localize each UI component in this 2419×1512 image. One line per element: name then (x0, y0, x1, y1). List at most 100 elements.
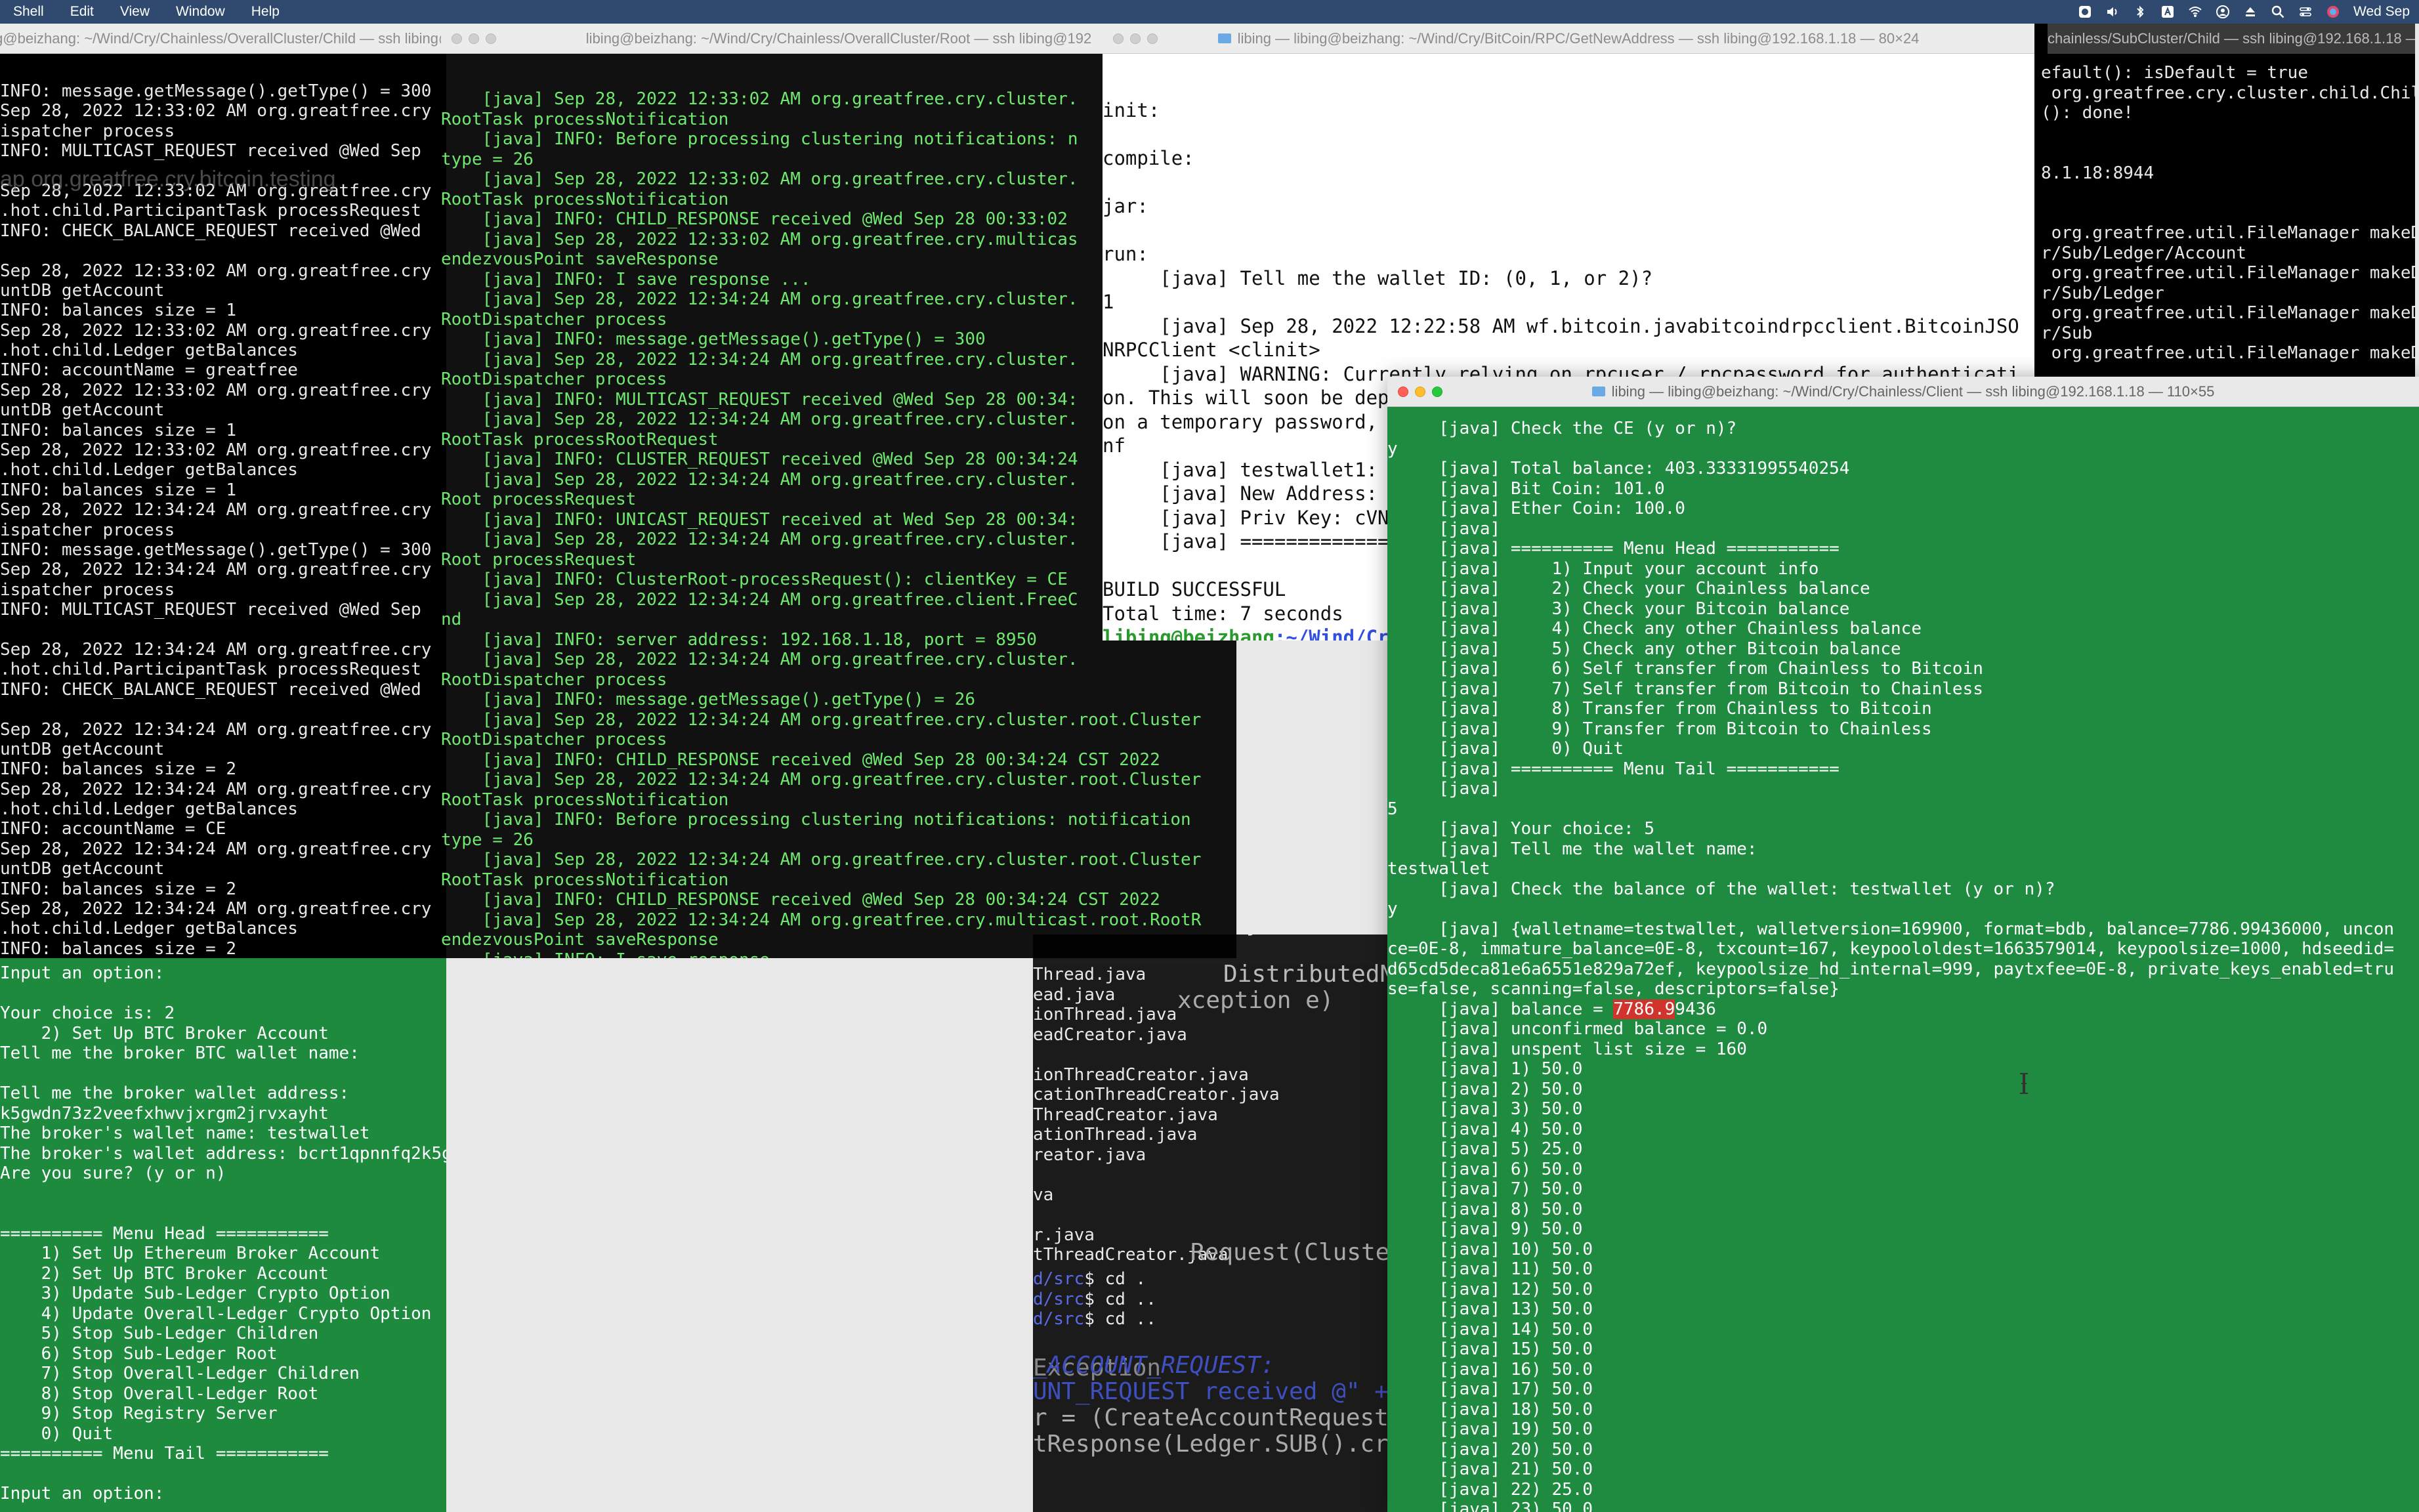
menu-shell[interactable]: Shell (0, 4, 57, 20)
bluetooth-icon[interactable] (2133, 5, 2147, 19)
menu-help[interactable]: Help (238, 4, 293, 20)
ghost-text: DistributedNode (1223, 961, 1387, 988)
terminal-line: .hot.child.Ledger getBalances (0, 460, 298, 480)
terminal-line: .hot.child.ParticipantTask processReques… (0, 660, 421, 680)
minimize-button[interactable] (1415, 387, 1425, 397)
terminal-line: INFO: balances size = 2 (0, 759, 237, 780)
terminal-lines: [java] Check the CE (y or n)? y [java] To… (1387, 419, 2419, 999)
window-titlebar[interactable]: libing — libing@beizhang: ~/Wind/Cry/Cha… (1387, 377, 2419, 407)
terminal-line: Sep 28, 2022 12:34:24 AM org.greatfree.c… (0, 839, 432, 859)
terminal-overall-child[interactable]: libing@beizhang: ~/Wind/Cry/Chainless/Ov… (0, 24, 446, 1512)
terminal-line: INFO: balances size = 2 (0, 938, 237, 958)
control-center-icon[interactable] (2298, 5, 2313, 19)
menu-view[interactable]: View (107, 4, 163, 20)
terminal-output-top[interactable]: INFO: message.getMessage().getType() = 3… (0, 54, 446, 958)
terminal-line: [java] 4) Check any other Chainless bala… (1387, 619, 1922, 639)
terminal-line: [java] 20) 50.0 (1387, 1439, 1593, 1460)
close-button[interactable] (452, 33, 462, 44)
terminal-line: [java] 11) 50.0 (1387, 1259, 1593, 1279)
terminal-line: 6) Stop Sub-Ledger Root (0, 1343, 278, 1364)
terminal-line: [java] 9) 50.0 (1387, 1219, 1583, 1239)
terminal-line: [java] 13) 50.0 (1387, 1299, 1593, 1319)
terminal-line: Sep 28, 2022 12:34:24 AM org.greatfree.c… (0, 500, 432, 520)
terminal-line: d65cd5deca81e6a6551e829a72ef, keypoolsiz… (1387, 959, 2395, 979)
terminal-line: [java] 2) Check your Chainless balance (1387, 579, 1870, 598)
window-titlebar[interactable]: libing — libing@beizhang: ~/Wind/Cry/Bit… (1103, 24, 2034, 54)
terminal-line: r/Sub/Ledger/Account (2041, 243, 2247, 263)
terminal-line: [java] 1) Input your account info (1387, 558, 1819, 579)
minimize-button[interactable] (469, 33, 479, 44)
menubar-clock[interactable]: Wed Sep (2353, 4, 2410, 20)
terminal-line: reator.java (1033, 1144, 1146, 1165)
prompt-path: d/src (1033, 1309, 1085, 1329)
prompt-lines: d/src$ cd . d/src$ cd .. d/src$ cd .. (1033, 1269, 1156, 1330)
menu-window[interactable]: Window (163, 4, 238, 20)
menu-edit[interactable]: Edit (57, 4, 107, 20)
zoom-button[interactable] (1432, 387, 1442, 397)
siri-icon[interactable] (2326, 5, 2340, 19)
search-icon[interactable] (2271, 5, 2285, 19)
terminal-line: [java] Bit Coin: 101.0 (1387, 478, 1665, 499)
terminal-line: RootDispatcher process (441, 730, 667, 749)
window-title: libing — libing@beizhang: ~/Wind/Cry/Cha… (1611, 383, 2215, 400)
terminal-line: cationThreadCreator.java (1033, 1085, 1280, 1104)
close-button[interactable] (1113, 33, 1124, 44)
terminal-line: ationThread.java (1033, 1125, 1198, 1144)
prompt-user: libing@beizhang (1103, 626, 1274, 640)
terminal-line: 2) Set Up BTC Broker Account (0, 1023, 329, 1043)
zoom-button[interactable] (486, 33, 496, 44)
terminal-line: [java] 8) Transfer from Chainless to Bit… (1387, 699, 1932, 719)
terminal-line: ce=0E-8, immature_balance=0E-8, txcount=… (1387, 939, 2395, 959)
input-method-icon[interactable] (2160, 5, 2175, 19)
terminal-line: Sep 28, 2022 12:33:02 AM org.greatfree.c… (0, 180, 432, 201)
terminal-lines: Input an option: Your choice is: 2 2) Set… (0, 963, 446, 1504)
window-titlebar[interactable]: libing@beizhang: ~/Wind/Cry/Chainless/Ov… (0, 24, 446, 54)
terminal-output[interactable]: [java] Check the CE (y or n)? y [java] To… (1387, 407, 2419, 1512)
close-button[interactable] (1398, 387, 1408, 397)
terminal-line: [java] INFO: I save response ... (441, 950, 1236, 959)
user-icon[interactable] (2216, 5, 2230, 19)
record-icon[interactable] (2078, 5, 2092, 19)
terminal-line: INFO: balances size = 1 (0, 420, 237, 440)
terminal-output-bottom[interactable]: Input an option: Your choice is: 2 2) Set… (0, 958, 446, 1512)
terminal-line: [java] INFO: Before processing clusterin… (441, 810, 1191, 830)
terminal-chainless-client[interactable]: libing — libing@beizhang: ~/Wind/Cry/Cha… (1387, 377, 2419, 1512)
wifi-icon[interactable] (2188, 5, 2202, 19)
terminal-line: .hot.child.Ledger getBalances (0, 341, 298, 361)
volume-icon[interactable] (2105, 5, 2120, 19)
terminal-line: [java] 21) 50.0 (1387, 1460, 1593, 1479)
terminal-line: untDB getAccount (0, 280, 165, 301)
terminal-line: [java] 23) 50.0 (1387, 1500, 1593, 1512)
terminal-line: 9) Stop Registry Server (0, 1404, 278, 1423)
terminal-line: [java] 8) 50.0 (1387, 1199, 1583, 1219)
terminal-line: INFO: MULTICAST_REQUEST received @Wed Se… (0, 141, 421, 161)
terminal-line: [java] unspent list size = 160 (1387, 1039, 1747, 1059)
window-titlebar[interactable]: chainless/SubCluster/Child — ssh libing@… (2048, 24, 2415, 54)
eject-icon[interactable] (2243, 5, 2258, 19)
prompt-cmd: $ cd .. (1084, 1309, 1156, 1329)
terminal-line: [java] 12) 50.0 (1387, 1279, 1593, 1299)
minimize-button[interactable] (1130, 33, 1141, 44)
balance-prefix: [java] balance = (1387, 999, 1614, 1019)
terminal-middle-bottom[interactable]: cher process[java] INFO: me[java] Sep 28… (1033, 934, 1387, 1512)
prompt-path: :~/Wind/Cr (1274, 626, 1389, 640)
terminal-line: RootTask processNotification (441, 789, 729, 810)
terminal-lines: [java] unconfirmed balance = 0.0 [java] … (1387, 1019, 2419, 1512)
prompt-cmd: $ cd .. (1084, 1289, 1156, 1309)
ghost-text: r = (CreateAccountRequest)req (1033, 1404, 1387, 1431)
terminal-line: 3) Update Sub-Ledger Crypto Option (0, 1284, 390, 1303)
terminal-line: INFO: message.getMessage().getType() = 3… (0, 539, 432, 560)
zoom-button[interactable] (1147, 33, 1158, 44)
folder-icon (1217, 33, 1231, 43)
prompt-cmd: $ cd . (1084, 1269, 1146, 1289)
terminal-line: r/Sub/Ledger (2041, 283, 2164, 303)
terminal-line: [java] unconfirmed balance = 0.0 (1387, 1019, 1768, 1039)
selected-text[interactable]: 7786.9 (1613, 999, 1675, 1019)
